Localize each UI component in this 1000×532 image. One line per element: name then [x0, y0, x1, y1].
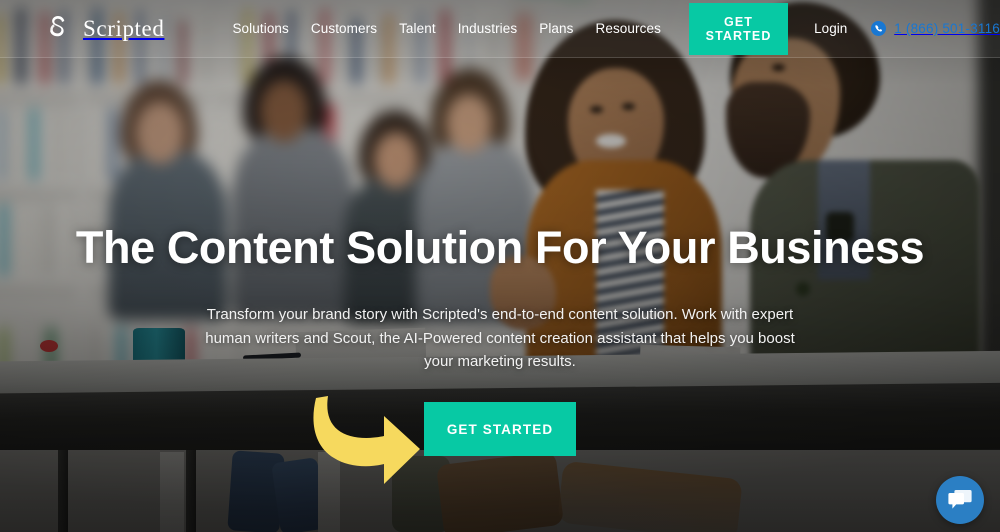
phone-link[interactable]: 1 (866) 501-3116 — [871, 21, 1000, 36]
nav-item-plans[interactable]: Plans — [539, 21, 573, 36]
scripted-s-monogram-icon — [50, 15, 65, 36]
phone-number: 1 (866) 501-3116 — [894, 21, 1000, 36]
header-get-started-button[interactable]: GET STARTED — [688, 2, 789, 55]
nav-item-resources[interactable]: Resources — [596, 21, 661, 36]
brand-name: Scripted — [83, 15, 165, 41]
brand-logo-link[interactable]: Scripted — [44, 15, 164, 43]
phone-circle-icon — [871, 21, 887, 36]
nav-item-talent[interactable]: Talent — [399, 21, 436, 36]
chat-widget-button[interactable] — [936, 476, 984, 524]
hero-get-started-button[interactable]: GET STARTED — [424, 402, 576, 456]
hero-subheadline: Transform your brand story with Scripted… — [205, 306, 795, 371]
curved-arrow-right-icon — [313, 396, 420, 484]
nav-item-solutions[interactable]: Solutions — [232, 21, 288, 36]
login-link[interactable]: Login — [814, 21, 847, 36]
page-title: The Content Solution For Your Business — [75, 222, 925, 273]
hero-section: The Content Solution For Your Business T… — [0, 58, 1000, 532]
chat-bubbles-icon — [948, 490, 972, 509]
primary-nav: Solutions Customers Talent Industries Pl… — [232, 21, 660, 36]
nav-item-industries[interactable]: Industries — [458, 21, 518, 36]
nav-item-customers[interactable]: Customers — [311, 21, 377, 36]
page-root: Scripted Solutions Customers Talent Indu… — [0, 0, 1000, 532]
site-header: Scripted Solutions Customers Talent Indu… — [0, 0, 1000, 58]
